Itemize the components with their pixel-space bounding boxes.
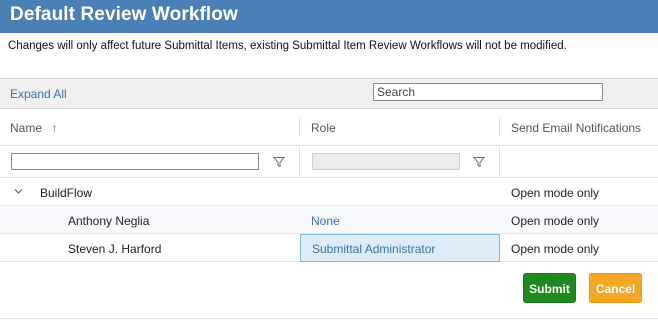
- row-name: Steven J. Harford: [68, 242, 162, 256]
- column-divider: [499, 146, 500, 178]
- filter-icon[interactable]: [273, 156, 285, 168]
- column-divider: [299, 146, 300, 178]
- row-role[interactable]: None: [311, 214, 340, 228]
- search-input[interactable]: [373, 83, 603, 101]
- row-email-notifications[interactable]: Open mode only: [511, 186, 599, 200]
- grid-toolbar: Expand All: [0, 78, 658, 109]
- notice-text: Changes will only affect future Submitta…: [8, 40, 567, 52]
- role-filter-input: [312, 153, 460, 170]
- expand-all-link[interactable]: Expand All: [10, 87, 67, 101]
- table-row[interactable]: Anthony Neglia None Open mode only: [0, 206, 658, 234]
- column-divider[interactable]: [299, 118, 300, 136]
- cancel-button[interactable]: Cancel: [589, 273, 642, 303]
- workflow-grid: Name ↑ Role Send Email Notifications Bui…: [0, 109, 658, 262]
- row-name: BuildFlow: [40, 186, 93, 200]
- dialog-titlebar: Default Review Workflow: [0, 0, 658, 33]
- row-name: Anthony Neglia: [68, 214, 150, 228]
- grid-header: Name ↑ Role Send Email Notifications: [0, 109, 658, 146]
- row-role-selected-cell[interactable]: Submittal Administrator: [300, 234, 500, 262]
- divider: [0, 318, 658, 319]
- sort-ascending-icon: ↑: [51, 121, 58, 135]
- filter-icon[interactable]: [473, 156, 485, 168]
- column-header-name-label: Name: [10, 121, 43, 135]
- filter-row: [0, 146, 658, 178]
- row-email-notifications[interactable]: Open mode only: [511, 242, 599, 256]
- name-filter-input[interactable]: [11, 153, 259, 170]
- row-email-notifications[interactable]: Open mode only: [511, 214, 599, 228]
- column-header-name[interactable]: Name ↑: [10, 121, 57, 135]
- column-divider[interactable]: [499, 118, 500, 136]
- submit-button[interactable]: Submit: [523, 273, 576, 303]
- column-header-role[interactable]: Role: [311, 121, 336, 135]
- row-role: Submittal Administrator: [312, 242, 436, 256]
- column-header-email[interactable]: Send Email Notifications: [511, 121, 641, 135]
- table-row[interactable]: Steven J. Harford Submittal Administrato…: [0, 234, 658, 262]
- dialog-title: Default Review Workflow: [10, 4, 238, 25]
- chevron-down-icon[interactable]: [14, 187, 23, 196]
- table-row[interactable]: BuildFlow Open mode only: [0, 178, 658, 206]
